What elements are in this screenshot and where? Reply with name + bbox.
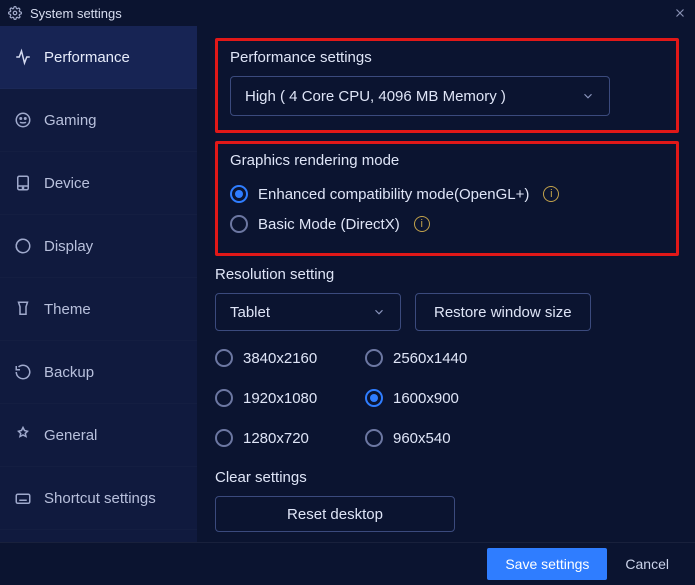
resolution-option-1600x900[interactable]: 1600x900	[365, 383, 515, 413]
graphics-title: Graphics rendering mode	[230, 152, 664, 169]
restore-window-button[interactable]: Restore window size	[415, 293, 591, 331]
resolution-section: Resolution setting Tablet Restore window…	[215, 266, 679, 542]
sidebar-item-label: Theme	[44, 301, 91, 318]
sidebar-item-device[interactable]: Device	[0, 152, 197, 215]
pulse-icon	[14, 48, 32, 66]
radio-icon	[365, 349, 383, 367]
sidebar-item-label: General	[44, 427, 97, 444]
gear-icon	[8, 6, 22, 20]
sidebar-item-label: Performance	[44, 49, 130, 66]
chevron-down-icon	[372, 305, 386, 319]
resolution-option-2560x1440[interactable]: 2560x1440	[365, 343, 515, 373]
sidebar-item-shortcuts[interactable]: Shortcut settings	[0, 467, 197, 530]
device-icon	[14, 174, 32, 192]
performance-select-value: High ( 4 Core CPU, 4096 MB Memory )	[245, 88, 506, 105]
sidebar-item-general[interactable]: General	[0, 404, 197, 467]
resolution-select[interactable]: Tablet	[215, 293, 401, 331]
reset-desktop-button[interactable]: Reset desktop	[215, 496, 455, 532]
close-icon[interactable]	[671, 4, 689, 22]
resolution-option-3840x2160[interactable]: 3840x2160	[215, 343, 365, 373]
performance-title: Performance settings	[230, 49, 664, 66]
resolution-option-1920x1080[interactable]: 1920x1080	[215, 383, 365, 413]
radio-icon	[215, 349, 233, 367]
footer: Save settings Cancel	[0, 542, 695, 585]
performance-section: Performance settings High ( 4 Core CPU, …	[215, 38, 679, 133]
sidebar: Performance Gaming Device Display Theme …	[0, 26, 197, 542]
sidebar-item-label: Device	[44, 175, 90, 192]
content-area: Performance settings High ( 4 Core CPU, …	[197, 26, 695, 542]
sidebar-item-performance[interactable]: Performance	[0, 26, 197, 89]
performance-select[interactable]: High ( 4 Core CPU, 4096 MB Memory )	[230, 76, 610, 116]
display-icon	[14, 237, 32, 255]
keyboard-icon	[14, 489, 32, 507]
graphics-option-opengl[interactable]: Enhanced compatibility mode(OpenGL+) i	[230, 179, 664, 209]
title-bar: System settings	[0, 0, 695, 26]
cancel-button[interactable]: Cancel	[625, 556, 669, 572]
theme-icon	[14, 300, 32, 318]
resolution-option-1280x720[interactable]: 1280x720	[215, 423, 365, 453]
sidebar-item-gaming[interactable]: Gaming	[0, 89, 197, 152]
save-button[interactable]: Save settings	[487, 548, 607, 580]
sidebar-item-backup[interactable]: Backup	[0, 341, 197, 404]
graphics-option-label: Enhanced compatibility mode(OpenGL+)	[258, 186, 529, 203]
radio-icon	[230, 215, 248, 233]
radio-icon	[215, 389, 233, 407]
gamepad-icon	[14, 111, 32, 129]
sidebar-item-theme[interactable]: Theme	[0, 278, 197, 341]
graphics-option-label: Basic Mode (DirectX)	[258, 216, 400, 233]
graphics-option-directx[interactable]: Basic Mode (DirectX) i	[230, 209, 664, 239]
chevron-down-icon	[581, 89, 595, 103]
general-icon	[14, 426, 32, 444]
radio-icon	[230, 185, 248, 203]
info-icon[interactable]: i	[414, 216, 430, 232]
sidebar-item-label: Shortcut settings	[44, 490, 156, 507]
sidebar-item-display[interactable]: Display	[0, 215, 197, 278]
clear-title: Clear settings	[215, 469, 667, 486]
resolution-option-960x540[interactable]: 960x540	[365, 423, 515, 453]
graphics-section: Graphics rendering mode Enhanced compati…	[215, 141, 679, 256]
resolution-select-value: Tablet	[230, 304, 270, 321]
sidebar-item-label: Display	[44, 238, 93, 255]
sidebar-item-label: Backup	[44, 364, 94, 381]
resolution-title: Resolution setting	[215, 266, 667, 283]
backup-icon	[14, 363, 32, 381]
radio-icon	[365, 429, 383, 447]
window-title: System settings	[30, 6, 122, 21]
info-icon[interactable]: i	[543, 186, 559, 202]
radio-icon	[365, 389, 383, 407]
sidebar-item-label: Gaming	[44, 112, 97, 129]
radio-icon	[215, 429, 233, 447]
